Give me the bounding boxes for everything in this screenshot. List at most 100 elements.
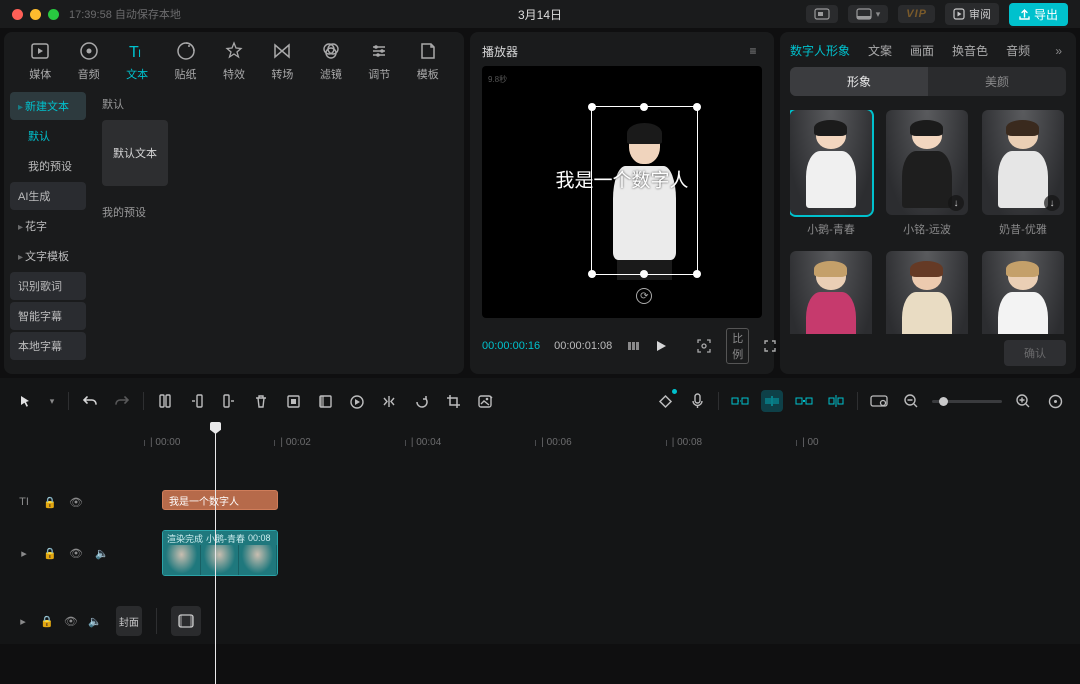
- side-smart-subtitle[interactable]: 智能字幕: [10, 302, 86, 330]
- player-menu-icon[interactable]: ≡: [744, 42, 762, 60]
- avatar-card-0[interactable]: 小鹅-青春: [790, 110, 872, 237]
- side-my-preset[interactable]: 我的预设: [10, 152, 86, 180]
- video-clip[interactable]: 渲染完成 小鹅-青春 00:08: [162, 530, 278, 576]
- selection-box[interactable]: ⟳: [591, 106, 697, 275]
- side-new-text[interactable]: ▸新建文本: [10, 92, 86, 120]
- text-clip[interactable]: 我是一个数字人: [162, 490, 278, 510]
- mute-icon[interactable]: 🔈: [88, 615, 102, 628]
- review-button[interactable]: 审阅: [945, 3, 999, 25]
- delete-icon[interactable]: [250, 390, 272, 412]
- tab-template[interactable]: 模板: [404, 40, 452, 82]
- handle-n[interactable]: [640, 103, 648, 111]
- export-button[interactable]: 导出: [1009, 3, 1068, 26]
- eye-icon[interactable]: 👁: [64, 615, 78, 628]
- zoom-knob[interactable]: [939, 397, 948, 406]
- seg-image[interactable]: 形象: [790, 67, 928, 96]
- download-icon[interactable]: ↓: [1044, 195, 1060, 211]
- split-icon[interactable]: [154, 390, 176, 412]
- itab-more-icon[interactable]: »: [1051, 44, 1066, 58]
- playhead[interactable]: [215, 424, 216, 684]
- handle-ne[interactable]: [693, 103, 701, 111]
- handle-nw[interactable]: [588, 103, 596, 111]
- freeze-icon[interactable]: [282, 390, 304, 412]
- rotate-icon[interactable]: [410, 390, 432, 412]
- tab-media[interactable]: 媒体: [16, 40, 64, 82]
- tab-transition[interactable]: 转场: [258, 40, 306, 82]
- zoom-out-icon[interactable]: [900, 390, 922, 412]
- focus-icon[interactable]: [696, 338, 712, 354]
- eye-icon[interactable]: 👁: [68, 496, 84, 509]
- side-local-subtitle[interactable]: 本地字幕: [10, 332, 86, 360]
- cover-button[interactable]: 封面: [116, 606, 142, 636]
- layout-button-1[interactable]: [806, 5, 838, 23]
- keyframe-icon[interactable]: [654, 390, 676, 412]
- avatar-card-4[interactable]: ↓: [886, 251, 968, 334]
- preview-icon[interactable]: [868, 390, 890, 412]
- rotate-handle[interactable]: ⟳: [636, 288, 652, 304]
- tab-effect[interactable]: 特效: [210, 40, 258, 82]
- eye-icon[interactable]: 👁: [68, 547, 84, 560]
- itab-avatar[interactable]: 数字人形象: [790, 42, 850, 59]
- add-clip-button[interactable]: [171, 606, 201, 636]
- player-viewport[interactable]: 9.8秒 我是一个数字人 ⟳: [482, 66, 762, 318]
- pointer-tool[interactable]: [14, 390, 36, 412]
- seg-beauty[interactable]: 美颜: [928, 67, 1066, 96]
- itab-copy[interactable]: 文案: [868, 42, 892, 59]
- mute-icon[interactable]: 🔈: [94, 547, 110, 560]
- reverse-icon[interactable]: [346, 390, 368, 412]
- tab-audio[interactable]: 音频: [64, 40, 112, 82]
- download-icon[interactable]: ↓: [948, 195, 964, 211]
- volume-icon[interactable]: [626, 338, 640, 354]
- fullscreen-icon[interactable]: [763, 338, 777, 354]
- link-icon[interactable]: [793, 390, 815, 412]
- lock-icon[interactable]: 🔒: [42, 547, 58, 560]
- avatar-card-5[interactable]: ↓: [982, 251, 1064, 334]
- itab-voice[interactable]: 换音色: [952, 42, 988, 59]
- lock-icon[interactable]: 🔒: [42, 496, 58, 509]
- handle-sw[interactable]: [588, 270, 596, 278]
- narration-icon[interactable]: [314, 390, 336, 412]
- trim-left-icon[interactable]: [186, 390, 208, 412]
- main-track[interactable]: [211, 598, 1070, 644]
- itab-picture[interactable]: 画面: [910, 42, 934, 59]
- side-text-template[interactable]: ▸文字模板: [10, 242, 86, 270]
- lock-icon[interactable]: 🔒: [40, 615, 54, 628]
- time-ruler[interactable]: | 00:00 | 00:02 | 00:04 | 00:06 | 00:08 …: [10, 422, 1070, 448]
- pointer-dropdown[interactable]: ▾: [46, 390, 58, 412]
- itab-sound[interactable]: 音频: [1006, 42, 1030, 59]
- avatar-card-2[interactable]: ↓奶昔-优雅: [982, 110, 1064, 237]
- magnet-in-icon[interactable]: [729, 390, 751, 412]
- mirror-icon[interactable]: [378, 390, 400, 412]
- side-lyric[interactable]: 识别歌词: [10, 272, 86, 300]
- align-icon[interactable]: [825, 390, 847, 412]
- tab-sticker[interactable]: 贴纸: [161, 40, 209, 82]
- zoom-slider[interactable]: [932, 400, 1002, 403]
- minimize-window[interactable]: [30, 9, 41, 20]
- maximize-window[interactable]: [48, 9, 59, 20]
- handle-se[interactable]: [693, 270, 701, 278]
- layout-button-2[interactable]: ▾: [848, 5, 889, 23]
- ai-tools-icon[interactable]: [474, 390, 496, 412]
- crop-icon[interactable]: [442, 390, 464, 412]
- avatar-card-1[interactable]: ↓小铭-远波: [886, 110, 968, 237]
- ratio-button[interactable]: 比例: [726, 328, 749, 364]
- trim-right-icon[interactable]: [218, 390, 240, 412]
- zoom-in-icon[interactable]: [1012, 390, 1034, 412]
- text-track[interactable]: 我是一个数字人: [152, 482, 1070, 522]
- tab-adjust[interactable]: 调节: [355, 40, 403, 82]
- redo-icon[interactable]: [111, 390, 133, 412]
- tab-text[interactable]: TI文本: [113, 40, 161, 82]
- zoom-fit-icon[interactable]: [1044, 390, 1066, 412]
- video-track[interactable]: 渲染完成 小鹅-青春 00:08: [152, 528, 1070, 578]
- tab-filter[interactable]: 滤镜: [307, 40, 355, 82]
- confirm-button[interactable]: 确认: [1004, 340, 1066, 366]
- side-default[interactable]: 默认: [10, 122, 86, 150]
- mic-icon[interactable]: [686, 390, 708, 412]
- magnet-icon[interactable]: [761, 390, 783, 412]
- vip-badge[interactable]: VIP: [898, 5, 935, 23]
- side-fancy[interactable]: ▸花字: [10, 212, 86, 240]
- avatar-card-3[interactable]: ↓: [790, 251, 872, 334]
- close-window[interactable]: [12, 9, 23, 20]
- side-ai-gen[interactable]: AI生成: [10, 182, 86, 210]
- play-button[interactable]: [654, 338, 668, 354]
